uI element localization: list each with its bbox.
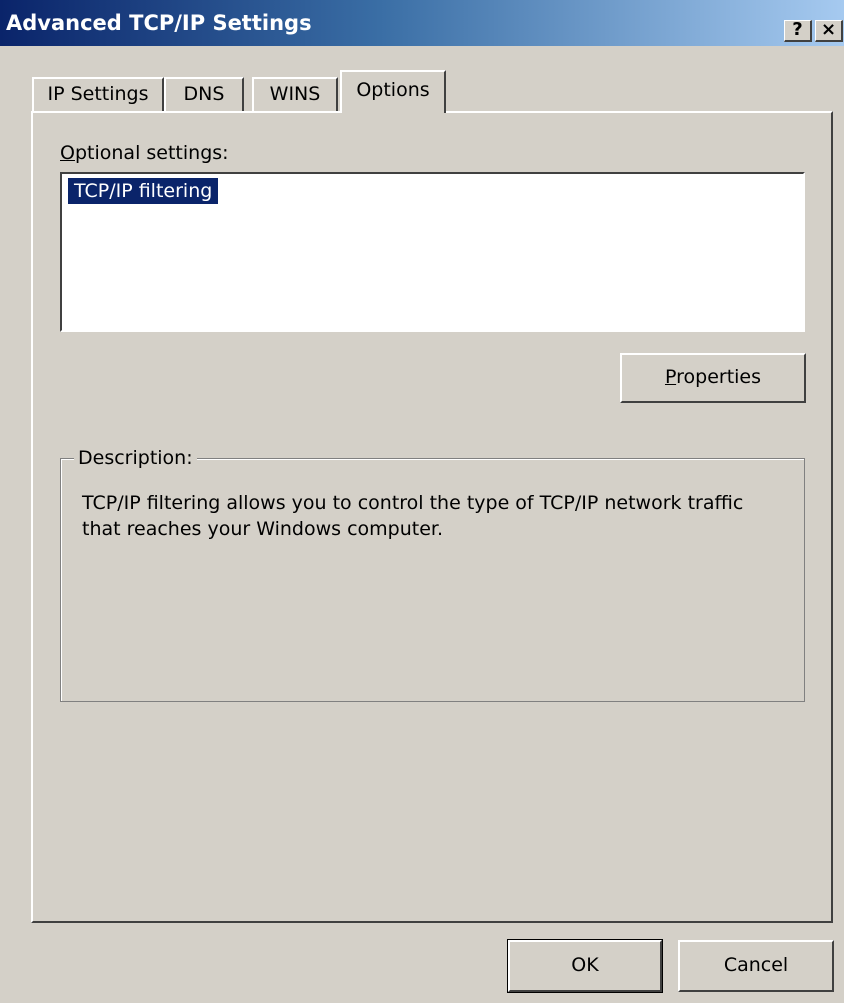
list-item-tcpip-filtering[interactable]: TCP/IP filtering: [68, 178, 219, 204]
description-text: TCP/IP filtering allows you to control t…: [82, 492, 744, 540]
properties-accelerator: P: [664, 366, 677, 388]
tab-wins[interactable]: WINS: [252, 77, 338, 111]
cancel-button[interactable]: Cancel: [678, 940, 834, 992]
window-title: Advanced TCP/IP Settings: [6, 11, 312, 35]
advanced-tcpip-dialog: Advanced TCP/IP Settings ? × IP Settings…: [0, 0, 844, 1003]
close-button[interactable]: ×: [815, 20, 843, 42]
optional-settings-list[interactable]: TCP/IP filtering: [60, 172, 805, 332]
label-accelerator: O: [60, 142, 75, 164]
description-label: Description:: [74, 447, 197, 469]
help-button[interactable]: ?: [784, 20, 812, 42]
help-icon: ?: [792, 19, 803, 40]
label-text: ptional settings:: [74, 142, 229, 164]
close-icon: ×: [820, 19, 837, 40]
tab-dns[interactable]: DNS: [164, 77, 244, 111]
tab-ip-settings[interactable]: IP Settings: [32, 77, 164, 111]
ok-button[interactable]: OK: [507, 939, 663, 993]
tab-options[interactable]: Options: [340, 70, 446, 113]
properties-button[interactable]: Properties: [620, 353, 806, 403]
title-bar[interactable]: Advanced TCP/IP Settings ? ×: [0, 0, 844, 46]
optional-settings-label: Optional settings:: [60, 142, 229, 164]
properties-label: roperties: [676, 366, 762, 388]
